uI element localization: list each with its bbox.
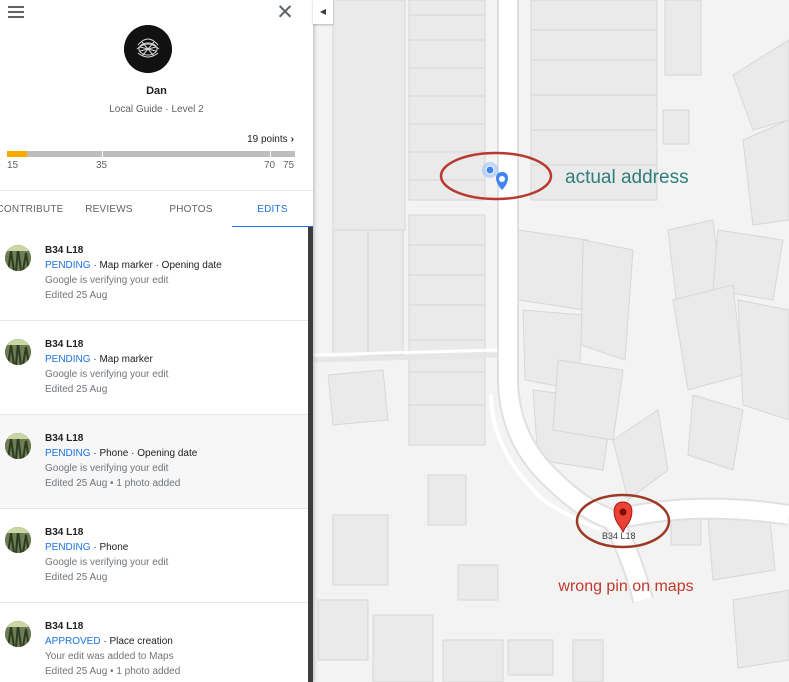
location-dot-icon bbox=[482, 162, 498, 178]
edit-detail: · Map marker bbox=[90, 354, 153, 365]
list-item[interactable]: B34 L18 PENDING · Phone · Opening date G… bbox=[0, 415, 308, 509]
edit-note: Google is verifying your edit bbox=[45, 463, 169, 474]
status-badge: APPROVED bbox=[45, 636, 101, 647]
edit-status: PENDING · Map marker bbox=[45, 354, 153, 365]
edit-date: Edited 25 Aug bbox=[45, 290, 108, 301]
place-photo-thumbnail bbox=[5, 527, 31, 553]
edit-note: Your edit was added to Maps bbox=[45, 651, 174, 662]
profile-level: Local Guide · Level 2 bbox=[109, 104, 204, 115]
annotation-actual: actual address bbox=[565, 167, 689, 188]
chevron-left-icon[interactable]: ◀ bbox=[313, 0, 333, 24]
place-photo-thumbnail bbox=[5, 245, 31, 271]
place-photo-thumbnail bbox=[5, 433, 31, 459]
status-badge: PENDING bbox=[45, 542, 91, 553]
edit-title: B34 L18 bbox=[45, 621, 84, 632]
level-progress-fill bbox=[7, 151, 28, 157]
status-badge: PENDING bbox=[45, 354, 91, 365]
edit-note: Google is verifying your edit bbox=[45, 275, 169, 286]
edit-title: B34 L18 bbox=[45, 245, 84, 256]
menu-icon[interactable] bbox=[8, 6, 24, 20]
edit-status: PENDING · Phone bbox=[45, 542, 128, 553]
chevron-right-icon: › bbox=[290, 134, 294, 145]
profile-name: Dan bbox=[146, 85, 167, 97]
edit-detail: · Map marker · Opening date bbox=[90, 260, 222, 271]
edit-date: Edited 25 Aug • 1 photo added bbox=[45, 666, 181, 677]
points-link[interactable]: 19 points › bbox=[247, 134, 294, 145]
map-base bbox=[313, 0, 789, 682]
progress-tick bbox=[102, 151, 103, 157]
edit-detail: · Phone · Opening date bbox=[90, 448, 198, 459]
annotation-wrong: wrong pin on maps bbox=[558, 578, 694, 595]
edit-status: PENDING · Map marker · Opening date bbox=[45, 260, 222, 271]
profile-tabs: CONTRIBUTE REVIEWS PHOTOS EDITS bbox=[0, 190, 313, 228]
progress-tick-label: 75 bbox=[283, 160, 295, 171]
progress-tick bbox=[270, 151, 271, 157]
edit-status: PENDING · Phone · Opening date bbox=[45, 448, 197, 459]
progress-tick-label: 15 bbox=[7, 160, 19, 171]
edit-date: Edited 25 Aug • 1 photo added bbox=[45, 478, 181, 489]
edit-title: B34 L18 bbox=[45, 433, 84, 444]
edit-date: Edited 25 Aug bbox=[45, 384, 108, 395]
edit-detail: · Phone bbox=[90, 542, 129, 553]
place-photo-thumbnail bbox=[5, 621, 31, 647]
list-item[interactable]: B34 L18 PENDING · Phone Google is verify… bbox=[0, 509, 308, 603]
map-canvas[interactable]: B34 L18 actual address wrong pin on maps bbox=[313, 0, 789, 682]
avatar[interactable] bbox=[124, 25, 172, 73]
tab-photos[interactable]: PHOTOS bbox=[160, 191, 222, 228]
tab-reviews[interactable]: REVIEWS bbox=[78, 191, 140, 228]
edits-list: B34 L18 PENDING · Map marker · Opening d… bbox=[0, 227, 308, 682]
edit-note: Google is verifying your edit bbox=[45, 369, 169, 380]
scrollbar[interactable] bbox=[308, 227, 313, 682]
edit-date: Edited 25 Aug bbox=[45, 572, 108, 583]
progress-tick-label: 70 bbox=[264, 160, 276, 171]
list-item[interactable]: B34 L18 PENDING · Map marker Google is v… bbox=[0, 321, 308, 415]
level-progress-bar bbox=[7, 151, 295, 157]
edit-detail: · Place creation bbox=[100, 636, 173, 647]
points-label: 19 points bbox=[247, 134, 288, 145]
scrollbar-thumb[interactable] bbox=[308, 227, 313, 682]
edit-note: Google is verifying your edit bbox=[45, 557, 169, 568]
status-badge: PENDING bbox=[45, 260, 91, 271]
tab-contribute[interactable]: CONTRIBUTE bbox=[0, 191, 64, 228]
edit-status: APPROVED · Place creation bbox=[45, 636, 173, 647]
list-item[interactable]: B34 L18 PENDING · Map marker · Opening d… bbox=[0, 227, 308, 321]
progress-tick-label: 35 bbox=[96, 160, 108, 171]
place-photo-thumbnail bbox=[5, 339, 31, 365]
edit-title: B34 L18 bbox=[45, 527, 84, 538]
map-pin-label[interactable]: B34 L18 bbox=[602, 531, 636, 541]
tab-edits[interactable]: EDITS bbox=[232, 191, 313, 228]
close-icon[interactable]: ✕ bbox=[276, 2, 294, 24]
list-item[interactable]: B34 L18 APPROVED · Place creation Your e… bbox=[0, 603, 308, 682]
status-badge: PENDING bbox=[45, 448, 91, 459]
side-panel: ✕ Dan Local Guide · Level 2 19 points › 1… bbox=[0, 0, 313, 682]
edit-title: B34 L18 bbox=[45, 339, 84, 350]
